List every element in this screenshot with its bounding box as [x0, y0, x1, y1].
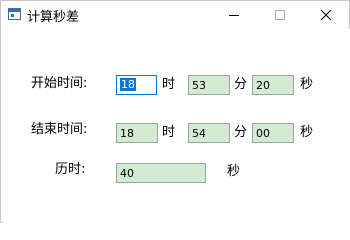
- start-minute-unit: 分: [234, 77, 248, 92]
- end-minute-unit: 分: [234, 125, 248, 140]
- end-second-input[interactable]: [252, 123, 294, 143]
- elapsed-label: 历时:: [55, 162, 86, 177]
- start-hour-input[interactable]: 18: [116, 75, 157, 95]
- minimize-icon: [229, 15, 239, 16]
- end-second-unit: 秒: [300, 125, 314, 140]
- elapsed-second-unit: 秒: [227, 164, 241, 179]
- app-icon: [8, 8, 21, 20]
- end-hour-input[interactable]: [116, 123, 158, 143]
- start-minute-input[interactable]: [188, 75, 230, 95]
- close-button[interactable]: [303, 1, 349, 29]
- start-time-label: 开始时间:: [31, 76, 88, 91]
- start-second-unit: 秒: [300, 77, 314, 92]
- end-hour-unit: 时: [162, 125, 176, 140]
- end-time-label: 结束时间:: [31, 122, 88, 137]
- client-area: 开始时间: 18 时 分 秒 结束时间: 时 分 秒 历时: 秒: [2, 29, 350, 223]
- close-icon: [320, 9, 332, 21]
- elapsed-seconds-input[interactable]: [116, 163, 206, 183]
- title-bar[interactable]: 计算秒差: [1, 1, 349, 29]
- end-minute-input[interactable]: [188, 123, 230, 143]
- maximize-button[interactable]: [257, 1, 303, 29]
- minimize-button[interactable]: [211, 1, 257, 29]
- start-second-input[interactable]: [252, 75, 294, 95]
- start-hour-unit: 时: [162, 77, 176, 92]
- app-window: 计算秒差 开始时间: 18 时 分 秒 结束时间:: [0, 0, 350, 223]
- start-hour-value: 18: [120, 78, 136, 91]
- window-title: 计算秒差: [27, 10, 80, 25]
- maximize-icon: [275, 10, 285, 20]
